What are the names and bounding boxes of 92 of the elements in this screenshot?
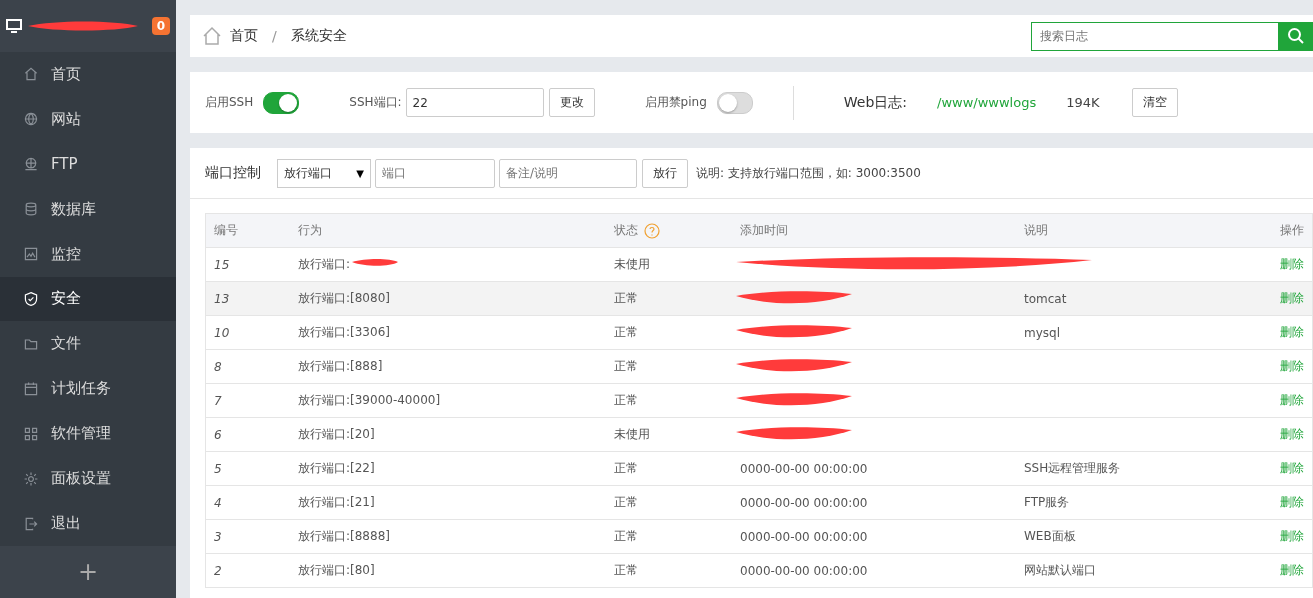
table-cell: 6: [214, 427, 222, 442]
table-cell: 正常: [614, 461, 638, 475]
table-cell: 正常: [614, 359, 638, 373]
table-cell: FTP服务: [1024, 495, 1070, 509]
ping-toggle[interactable]: [716, 91, 753, 114]
table-cell: 7: [214, 393, 222, 408]
table-cell: 放行端口:[8888]: [298, 529, 390, 543]
grid-icon: [23, 425, 39, 442]
table-cell: 正常: [614, 563, 638, 577]
column-header: 说明: [1024, 223, 1048, 237]
table-cell: 正常: [614, 495, 638, 509]
table-cell: 放行端口:[80]: [298, 563, 375, 577]
ssh-label: 启用SSH: [205, 94, 254, 111]
table-cell: 放行端口:: [298, 257, 351, 271]
sidebar-item[interactable]: 软件管理: [0, 411, 176, 457]
shield-icon: [23, 290, 39, 307]
sidebar-item[interactable]: 文件: [0, 321, 176, 367]
search-button[interactable]: [1279, 21, 1313, 51]
table-cell: 0000-00-00 00:00:00: [740, 495, 868, 510]
globe-icon: [23, 111, 39, 128]
column-header: 状态: [614, 223, 638, 237]
sidebar-item[interactable]: 数据库: [0, 186, 176, 232]
network-icon: [23, 156, 39, 173]
ping-label: 启用禁ping: [644, 94, 707, 111]
table-cell: 0000-00-00 00:00:00: [740, 563, 868, 578]
calendar-icon: [23, 380, 39, 397]
table-cell: 4: [214, 495, 222, 510]
column-header: 行为: [298, 223, 322, 237]
table-cell: 正常: [614, 393, 638, 407]
table-cell: 3: [214, 529, 222, 544]
column-header: 添加时间: [740, 223, 788, 237]
sidebar-item[interactable]: 计划任务: [0, 366, 176, 412]
sidebar-item[interactable]: 安全: [0, 276, 176, 322]
table-cell: 放行端口:[3306]: [298, 325, 390, 339]
help-icon[interactable]: [644, 222, 660, 239]
sidebar-item[interactable]: 监控: [0, 231, 176, 277]
breadcrumb-separator: /: [272, 28, 277, 44]
column-header: 编号: [214, 223, 238, 237]
sidebar-item[interactable]: FTP: [0, 141, 176, 187]
port-field[interactable]: 端口: [375, 158, 495, 188]
log-size: 194K: [1066, 95, 1100, 110]
action-select[interactable]: 放行端口 ▼: [277, 158, 371, 188]
table-cell: 正常: [614, 291, 638, 305]
home-icon[interactable]: [202, 26, 222, 46]
search-field[interactable]: 搜索日志: [1031, 21, 1279, 51]
ssh-port-field[interactable]: 22: [405, 88, 544, 117]
table-cell: 正常: [614, 325, 638, 339]
table-cell: mysql: [1024, 325, 1060, 340]
hint-text: 说明: 支持放行端口范围，如: 3000:3500: [696, 164, 921, 182]
table-cell: 未使用: [614, 427, 650, 441]
ssh-toggle[interactable]: [263, 91, 300, 114]
table-cell: 15: [214, 257, 230, 272]
change-button[interactable]: 更改: [548, 88, 595, 117]
table-cell: 0000-00-00 00:00:00: [740, 529, 868, 544]
sidebar-item[interactable]: 网站: [0, 96, 176, 142]
breadcrumb-link[interactable]: 首页: [230, 27, 258, 45]
allow-button[interactable]: 放行: [642, 158, 688, 188]
clear-button[interactable]: 清空: [1131, 88, 1178, 117]
database-icon: [23, 201, 39, 218]
note-field[interactable]: 备注/说明: [499, 158, 637, 188]
monitor-icon: [6, 18, 22, 33]
add-button[interactable]: +: [0, 546, 176, 598]
ssh-port-label: SSH端口:: [349, 94, 402, 111]
sidebar-item[interactable]: 首页: [0, 51, 176, 97]
sidebar-item[interactable]: 面板设置: [0, 456, 176, 502]
search-icon: [1287, 27, 1305, 45]
table-cell: 放行端口:[888]: [298, 359, 383, 373]
table-cell: 2: [214, 563, 222, 578]
section-title: 端口控制: [205, 164, 261, 182]
column-header: 操作: [1280, 223, 1304, 237]
exit-icon: [23, 515, 39, 532]
table-cell: 放行端口:[8080]: [298, 291, 390, 305]
table-cell: 5: [214, 461, 222, 476]
table-cell: 10: [214, 325, 230, 340]
table-cell: 放行端口:[22]: [298, 461, 375, 475]
table-cell: 放行端口:[21]: [298, 495, 375, 509]
table-cell: 网站默认端口: [1024, 563, 1096, 577]
settings-icon: [23, 470, 39, 487]
table-cell: SSH远程管理服务: [1024, 461, 1121, 475]
table-cell: 未使用: [614, 257, 650, 271]
web-log-label: Web日志:: [843, 93, 907, 112]
table-cell: 8: [214, 359, 222, 374]
chart-icon: [23, 246, 39, 263]
table-cell: 放行端口:[39000-40000]: [298, 393, 441, 407]
table-cell: 13: [214, 291, 230, 306]
table-cell: 0000-00-00 00:00:00: [740, 461, 868, 476]
table-cell: tomcat: [1024, 291, 1067, 306]
home-icon: [23, 66, 39, 83]
sidebar-item[interactable]: 退出: [0, 501, 176, 547]
table-cell: 正常: [614, 529, 638, 543]
table-cell: WEB面板: [1024, 529, 1076, 543]
table-cell: 放行端口:[20]: [298, 427, 375, 441]
